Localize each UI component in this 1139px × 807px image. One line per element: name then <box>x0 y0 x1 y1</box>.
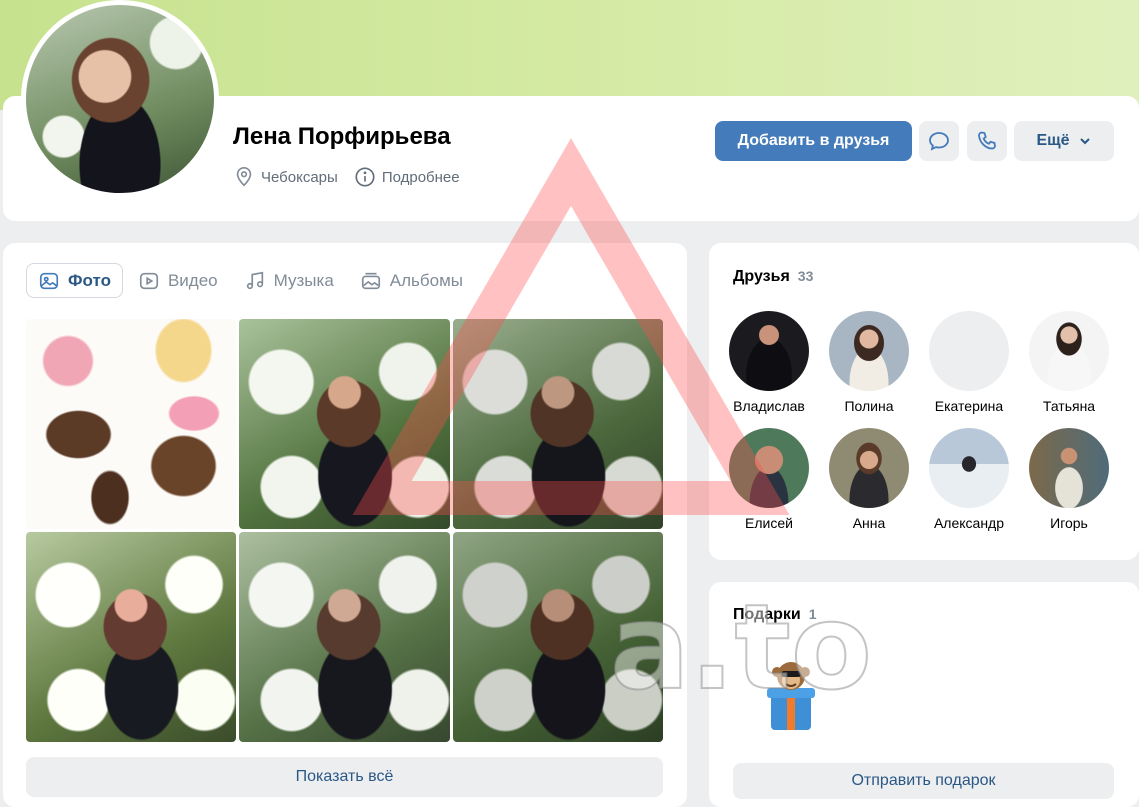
send-gift-button[interactable]: Отправить подарок <box>733 763 1114 799</box>
friend-item[interactable]: Анна <box>819 428 919 531</box>
profile-name: Лена Порфирьева <box>233 123 451 150</box>
friend-avatar <box>1029 428 1109 508</box>
message-icon <box>929 132 949 151</box>
photo-thumbnail[interactable] <box>26 532 236 742</box>
friends-list: Владислав Полина Екатерина Татьяна Елисе… <box>719 311 1119 531</box>
friend-avatar <box>929 428 1009 508</box>
video-icon <box>139 272 159 289</box>
friend-name: Елисей <box>745 515 793 531</box>
friend-item[interactable]: Елисей <box>719 428 819 531</box>
friend-name: Александр <box>933 515 1005 531</box>
photo-icon <box>39 272 59 289</box>
friend-avatar <box>729 428 809 508</box>
gifts-count: 1 <box>808 606 817 622</box>
friend-avatar <box>829 311 909 391</box>
friend-avatar <box>1029 311 1109 391</box>
friend-avatar <box>729 311 809 391</box>
info-icon <box>355 167 375 187</box>
friend-avatar <box>929 311 1009 391</box>
tab-photo[interactable]: Фото <box>26 263 123 298</box>
media-tabs: Фото Видео Музыка Альбомы <box>26 263 474 298</box>
friend-name: Полина <box>844 398 894 414</box>
add-friend-button[interactable]: Добавить в друзья <box>715 121 912 161</box>
gifts-title[interactable]: Подарки 1 <box>733 606 817 624</box>
friend-item[interactable]: Игорь <box>1019 428 1119 531</box>
tab-albums[interactable]: Альбомы <box>349 263 474 298</box>
tab-photo-label: Фото <box>68 270 111 290</box>
friend-name: Анна <box>852 515 886 531</box>
friend-item[interactable]: Полина <box>819 311 919 414</box>
city-info[interactable]: Чебоксары <box>233 166 338 188</box>
details-label: Подробнее <box>381 168 460 186</box>
more-label: Ещё <box>1036 132 1070 149</box>
friend-item[interactable]: Татьяна <box>1019 311 1119 414</box>
city-label: Чебоксары <box>261 168 338 186</box>
photo-thumbnail[interactable] <box>453 532 663 742</box>
friend-name: Владислав <box>733 398 805 414</box>
avatar-image <box>26 5 214 193</box>
tab-video-label: Видео <box>167 270 218 290</box>
photo-thumbnail[interactable] <box>453 319 663 529</box>
phone-icon <box>978 131 996 150</box>
friend-item[interactable]: Екатерина <box>919 311 1019 414</box>
photo-thumbnail[interactable] <box>26 319 236 529</box>
details-link[interactable]: Подробнее <box>354 166 460 188</box>
friend-name: Игорь <box>1050 515 1088 531</box>
gifts-title-label: Подарки <box>733 606 801 623</box>
tab-video[interactable]: Видео <box>127 263 229 298</box>
friend-name: Татьяна <box>1042 398 1096 414</box>
call-button[interactable] <box>967 121 1007 161</box>
message-button[interactable] <box>919 121 959 161</box>
friend-avatar <box>829 428 909 508</box>
friend-item[interactable]: Владислав <box>719 311 819 414</box>
show-all-button[interactable]: Показать всё <box>26 757 663 797</box>
friend-item[interactable]: Александр <box>919 428 1019 531</box>
photo-thumbnail[interactable] <box>239 532 450 742</box>
music-icon <box>246 271 263 289</box>
profile-meta: Чебоксары Подробнее <box>233 166 460 188</box>
tab-albums-label: Альбомы <box>389 270 463 290</box>
chevron-down-icon <box>1079 138 1090 145</box>
friends-title[interactable]: Друзья 33 <box>733 268 813 286</box>
gift-image[interactable] <box>751 656 831 736</box>
friends-title-label: Друзья <box>733 268 790 285</box>
more-button[interactable]: Ещё <box>1014 121 1114 161</box>
friends-count: 33 <box>797 268 814 284</box>
tab-music-label: Музыка <box>273 270 334 290</box>
location-pin-icon <box>236 167 252 187</box>
photo-grid <box>26 319 663 742</box>
albums-icon <box>361 272 380 289</box>
profile-avatar[interactable] <box>21 0 219 198</box>
photo-thumbnail[interactable] <box>239 319 450 529</box>
friend-name: Екатерина <box>934 398 1004 414</box>
tab-music[interactable]: Музыка <box>233 263 345 298</box>
